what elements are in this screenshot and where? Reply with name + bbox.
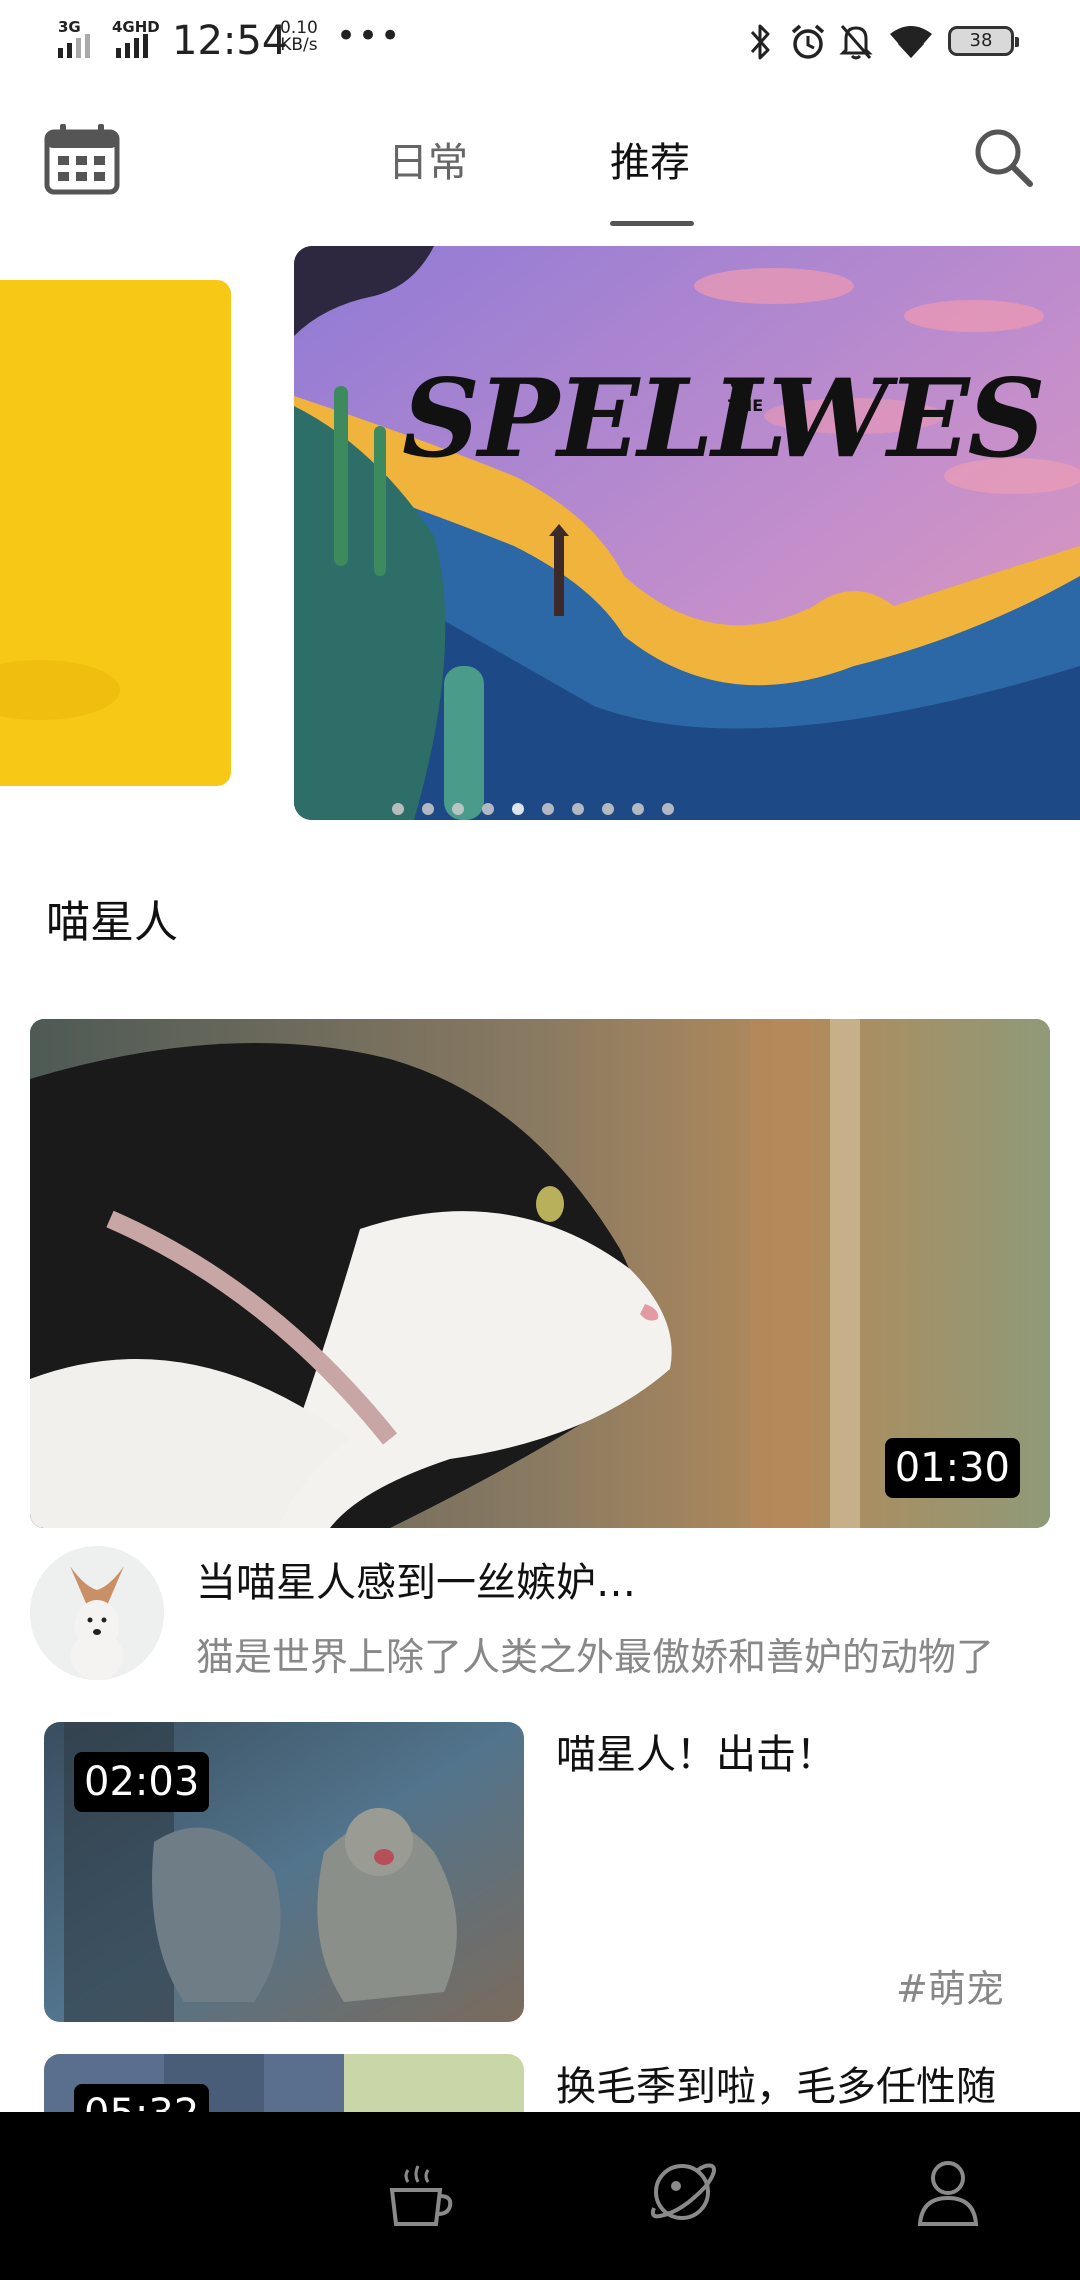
calendar-icon[interactable] bbox=[44, 122, 120, 196]
planet-icon[interactable] bbox=[646, 2156, 718, 2228]
carousel-dot bbox=[572, 803, 584, 815]
tab-recommended[interactable]: 推荐 bbox=[610, 130, 690, 188]
banner-title-word1: SPELL bbox=[402, 356, 787, 482]
person-icon[interactable] bbox=[912, 2156, 984, 2228]
featured-video-thumbnail[interactable]: 01:30 bbox=[30, 1019, 1050, 1528]
video-duration-badge: 02:03 bbox=[74, 1752, 210, 1812]
carousel-dot bbox=[662, 803, 674, 815]
video-duration-badge: 05:32 bbox=[74, 2084, 210, 2112]
video-duration-badge: 01:30 bbox=[884, 1438, 1020, 1498]
carousel-previous-card[interactable] bbox=[0, 280, 231, 786]
bottom-navigation bbox=[0, 2112, 1080, 2280]
status-bar: 3G 4GHD 12:54 0.10 KB/s ••• 38 bbox=[0, 0, 1080, 84]
featured-video-title[interactable]: 当喵星人感到一丝嫉妒… bbox=[196, 1550, 636, 1608]
signal-3g-label: 3G bbox=[58, 18, 81, 36]
section-title: 喵星人 bbox=[46, 897, 178, 948]
search-icon[interactable] bbox=[972, 126, 1034, 188]
banner-spell-of-the-west[interactable]: SPELL OF THE WES bbox=[294, 246, 1080, 820]
bell-muted-icon bbox=[839, 25, 873, 60]
banner-artwork bbox=[294, 246, 1080, 820]
carousel-dot bbox=[632, 803, 644, 815]
carousel-dot bbox=[452, 803, 464, 815]
carousel-dot bbox=[512, 803, 524, 815]
carousel-dot bbox=[422, 803, 434, 815]
banner-title-word2: WES bbox=[768, 356, 1046, 482]
more-notifications-icon: ••• bbox=[336, 16, 403, 56]
banner-title-of: OF bbox=[730, 374, 755, 393]
carousel-dot bbox=[392, 803, 404, 815]
video-thumbnail[interactable]: 02:03 bbox=[44, 1722, 524, 2022]
carousel-page-indicator bbox=[392, 800, 692, 815]
signal-strength-icon bbox=[116, 34, 148, 58]
wifi-icon bbox=[890, 26, 932, 58]
network-speed: 0.10 KB/s bbox=[280, 18, 318, 55]
video-title[interactable]: 换毛季到啦，毛多任性随 bbox=[556, 2054, 996, 2112]
banner-title-the: THE bbox=[728, 396, 764, 415]
video-title[interactable]: 喵星人！出击！ bbox=[556, 1722, 836, 1780]
clock: 12:54 bbox=[172, 18, 288, 64]
dog-avatar-image bbox=[30, 1546, 164, 1680]
carousel-dot bbox=[542, 803, 554, 815]
carousel-dot bbox=[482, 803, 494, 815]
video-thumbnail[interactable]: 05:32 bbox=[44, 2054, 524, 2112]
alarm-icon bbox=[791, 24, 825, 59]
carousel-dot bbox=[602, 803, 614, 815]
active-tab-indicator bbox=[610, 221, 694, 226]
author-avatar[interactable] bbox=[30, 1546, 164, 1680]
signal-4g-label: 4GHD bbox=[112, 18, 160, 36]
tab-daily[interactable]: 日常 bbox=[388, 130, 468, 188]
coffee-icon[interactable] bbox=[386, 2162, 456, 2230]
signal-strength-icon bbox=[58, 34, 90, 58]
bluetooth-icon bbox=[750, 24, 770, 60]
featured-video-description: 猫是世界上除了人类之外最傲娇和善妒的动物了 bbox=[196, 1635, 995, 1679]
battery-indicator: 38 bbox=[948, 26, 1019, 56]
video-tag[interactable]: #萌宠 bbox=[896, 1958, 1004, 2013]
